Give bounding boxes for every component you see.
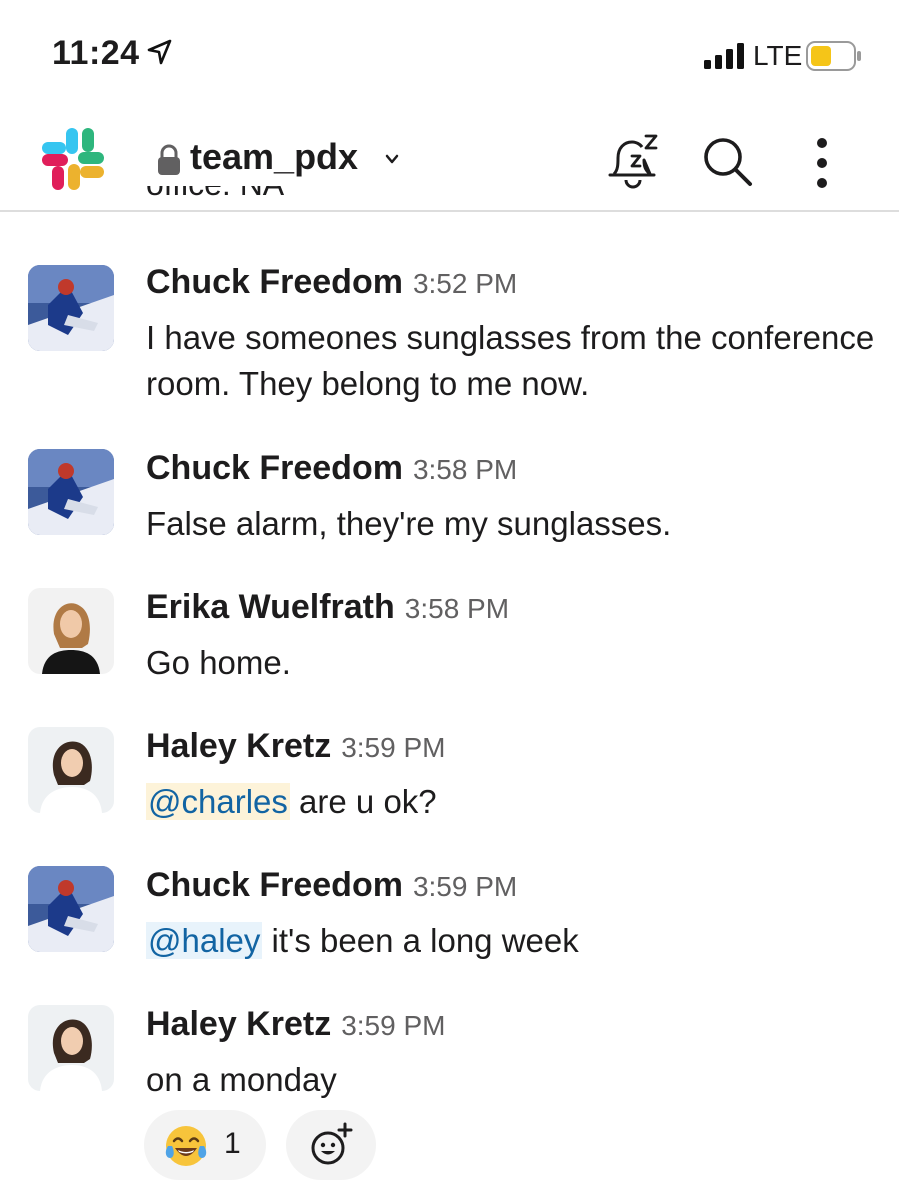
more-options-icon[interactable]	[810, 134, 834, 192]
network-type: LTE	[753, 40, 803, 71]
message-time[interactable]: 3:58 PM	[405, 593, 509, 624]
joy-emoji-icon	[165, 1126, 207, 1166]
message-author[interactable]: Erika Wuelfrath	[146, 588, 395, 626]
reaction-pill[interactable]: 1	[144, 1110, 266, 1180]
snooze-bell-icon[interactable]	[604, 130, 662, 192]
message-time[interactable]: 3:58 PM	[413, 454, 517, 485]
message-text: Go home.	[146, 644, 291, 681]
avatar[interactable]	[28, 265, 114, 351]
avatar[interactable]	[28, 449, 114, 535]
message-time[interactable]: 3:59 PM	[341, 1010, 445, 1041]
status-time: 11:24	[52, 34, 140, 72]
message-text: I have someones sunglasses from the conf…	[146, 319, 875, 402]
message-time[interactable]: 3:59 PM	[341, 732, 445, 763]
slack-logo-icon[interactable]	[40, 126, 106, 192]
status-bar: 11:24 LTE	[0, 0, 899, 110]
message-time[interactable]: 3:59 PM	[413, 871, 517, 902]
message-time[interactable]: 3:52 PM	[413, 268, 517, 299]
avatar[interactable]	[28, 866, 114, 952]
message-text: on a monday	[146, 1061, 337, 1098]
user-mention[interactable]: @charles	[146, 783, 290, 820]
user-mention[interactable]: @haley	[146, 922, 263, 959]
avatar[interactable]	[28, 727, 114, 813]
search-icon[interactable]	[700, 134, 754, 188]
location-arrow-icon	[147, 39, 172, 65]
message-text: @haley it's been a long week	[146, 922, 579, 959]
add-reaction-button[interactable]	[286, 1110, 376, 1180]
add-emoji-icon	[311, 1122, 353, 1165]
message-author[interactable]: Chuck Freedom	[146, 866, 403, 904]
message-author[interactable]: Chuck Freedom	[146, 449, 403, 487]
battery-icon	[806, 41, 861, 71]
message-text: False alarm, they're my sunglasses.	[146, 505, 672, 542]
reaction-count: 1	[224, 1127, 241, 1160]
message-author[interactable]: Chuck Freedom	[146, 263, 403, 301]
channel-name[interactable]: team_pdx	[190, 136, 358, 178]
avatar[interactable]	[28, 1005, 114, 1091]
scrolled-off-text: office: NA	[146, 186, 284, 214]
avatar[interactable]	[28, 588, 114, 674]
chevron-down-icon[interactable]	[384, 152, 400, 166]
lock-icon	[158, 144, 180, 175]
message-text: @charles are u ok?	[146, 783, 437, 820]
message-author[interactable]: Haley Kretz	[146, 727, 331, 765]
signal-icon	[704, 43, 744, 69]
message-author[interactable]: Haley Kretz	[146, 1005, 331, 1043]
channel-header: team_pdx	[0, 112, 899, 212]
